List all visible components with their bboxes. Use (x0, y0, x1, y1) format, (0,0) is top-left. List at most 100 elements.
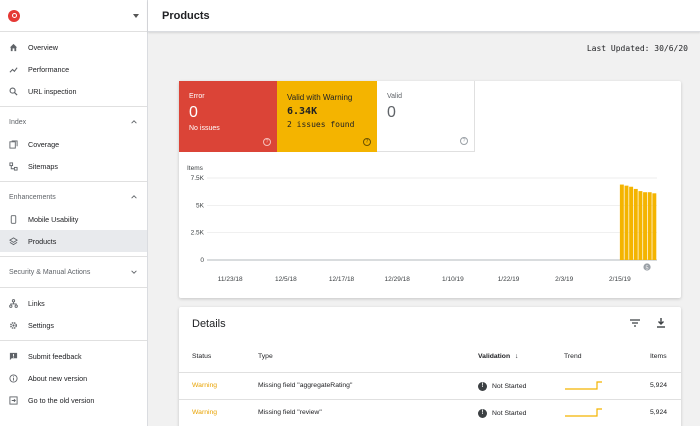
x-tick-label: 12/29/18 (385, 276, 411, 283)
warning-count: 6.34K (287, 106, 318, 117)
page-title: Products (162, 9, 210, 22)
row-validation: ! Not Started (478, 409, 526, 418)
sidebar-item-coverage[interactable]: Coverage (0, 133, 147, 155)
help-icon[interactable]: ? (263, 138, 271, 146)
filter-icon[interactable] (629, 317, 641, 329)
validation-label: Not Started (492, 383, 527, 390)
feedback-icon (9, 352, 18, 360)
x-tick-label: 11/23/18 (218, 276, 243, 283)
download-icon[interactable] (655, 317, 667, 329)
sidebar-item-label: Products (28, 236, 57, 246)
valid-count: 0 (387, 104, 396, 121)
last-updated-text: Last Updated: 30/6/20 (586, 44, 688, 53)
divider (0, 106, 147, 107)
sidebar-item-submit-feedback[interactable]: Submit feedback (0, 345, 147, 367)
sidebar-item-about-new-version[interactable]: About new version (0, 367, 147, 389)
details-title: Details (192, 318, 226, 330)
trend-sparkline (565, 381, 602, 390)
help-icon[interactable]: ? (363, 138, 371, 146)
chart-bar (633, 188, 638, 260)
divider (0, 287, 147, 288)
row-status: Warning (192, 409, 218, 416)
alert-icon: ! (478, 382, 487, 391)
sitemap-icon (9, 161, 18, 171)
column-header-validation[interactable]: Validation ↓ (478, 353, 518, 360)
column-header-type[interactable]: Type (258, 353, 273, 360)
sidebar-item-label: Performance (28, 64, 70, 74)
x-tick-label: 12/17/18 (329, 276, 355, 283)
trend-sparkline (565, 408, 602, 417)
x-tick-label: 1/10/19 (442, 276, 464, 283)
sidebar-item-performance[interactable]: Performance (0, 58, 147, 80)
property-selector[interactable] (0, 0, 147, 32)
annotation-label: 5 (645, 265, 648, 271)
y-tick-label: 7.5K (191, 175, 205, 182)
sidebar-item-label: Sitemaps (28, 161, 58, 171)
sidebar-section-security[interactable]: Security & Manual Actions (0, 261, 147, 283)
summary-card: Error 0 No issues ? Valid with Warning 6… (179, 81, 681, 298)
chevron-up-icon (131, 120, 137, 124)
help-icon[interactable]: ? (460, 137, 468, 145)
sidebar-item-settings[interactable]: Settings (0, 314, 147, 336)
chart-bar (638, 191, 643, 260)
sidebar-item-overview[interactable]: Overview (0, 36, 147, 58)
sidebar: Overview Performance URL inspection Inde… (0, 0, 148, 426)
items-chart: Items 0 2.5K 5K 7.5K 11/23/18 12/5/18 12/17/18 1… (179, 161, 681, 291)
header-bar: Products (148, 0, 700, 32)
sidebar-item-label: Go to the old version (28, 395, 95, 405)
column-header-items[interactable]: Items (650, 353, 667, 360)
sidebar-item-label: About new version (28, 373, 88, 383)
column-header-status[interactable]: Status (192, 353, 211, 360)
warning-subtext: 2 issues found (287, 120, 355, 129)
column-header-trend[interactable]: Trend (564, 353, 582, 360)
row-type: Missing field "aggregateRating" (258, 382, 353, 389)
y-axis-title: Items (187, 165, 204, 172)
table-row[interactable]: Warning Missing field "aggregateRating" … (179, 372, 681, 399)
validation-label: Not Started (492, 410, 527, 417)
x-tick-label: 2/3/19 (555, 276, 573, 283)
chevron-up-icon (131, 195, 137, 199)
section-label: Security & Manual Actions (9, 268, 91, 276)
error-label: Error (189, 93, 205, 100)
phone-icon (10, 214, 17, 224)
details-card: Details Status Type Validation ↓ Trend I… (179, 307, 681, 426)
divider (0, 256, 147, 257)
warning-tile[interactable]: Valid with Warning 6.34K 2 issues found … (277, 81, 377, 152)
gear-icon (10, 321, 17, 329)
links-icon (9, 298, 18, 308)
chevron-down-icon (131, 270, 137, 274)
exit-icon (9, 395, 18, 405)
row-status: Warning (192, 382, 218, 389)
warning-label: Valid with Warning (287, 93, 353, 102)
sidebar-item-products[interactable]: Products (0, 230, 147, 252)
valid-label: Valid (387, 93, 403, 100)
row-type: Missing field "review" (258, 409, 322, 416)
chart-bar (652, 193, 657, 260)
chart-bar (643, 192, 648, 260)
error-tile[interactable]: Error 0 No issues ? (179, 81, 277, 152)
divider (0, 340, 147, 341)
sidebar-item-mobile-usability[interactable]: Mobile Usability (0, 208, 147, 230)
y-tick-label: 5K (196, 202, 205, 209)
sidebar-item-label: Submit feedback (28, 351, 82, 361)
alert-icon: ! (478, 409, 487, 418)
valid-tile[interactable]: Valid 0 ? (377, 81, 475, 152)
error-count: 0 (189, 104, 198, 121)
error-subtext: No issues (189, 125, 220, 132)
sidebar-item-links[interactable]: Links (0, 292, 147, 314)
row-items: 5,924 (650, 409, 668, 416)
chart-bar (629, 186, 634, 260)
coverage-icon (9, 139, 18, 149)
sidebar-item-old-version[interactable]: Go to the old version (0, 389, 147, 411)
sidebar-item-label: Overview (28, 42, 58, 52)
sidebar-section-index[interactable]: Index (0, 111, 147, 133)
column-header-label: Validation (478, 353, 511, 360)
sidebar-section-enhancements[interactable]: Enhancements (0, 186, 147, 208)
sidebar-item-url-inspection[interactable]: URL inspection (0, 80, 147, 102)
sidebar-item-label: Links (28, 298, 45, 308)
chart-bar (647, 192, 652, 260)
sidebar-item-sitemaps[interactable]: Sitemaps (0, 155, 147, 177)
sidebar-item-label: Coverage (28, 139, 60, 149)
table-row[interactable]: Warning Missing field "review" ! Not Sta… (179, 399, 681, 426)
chart-bar (619, 184, 624, 260)
